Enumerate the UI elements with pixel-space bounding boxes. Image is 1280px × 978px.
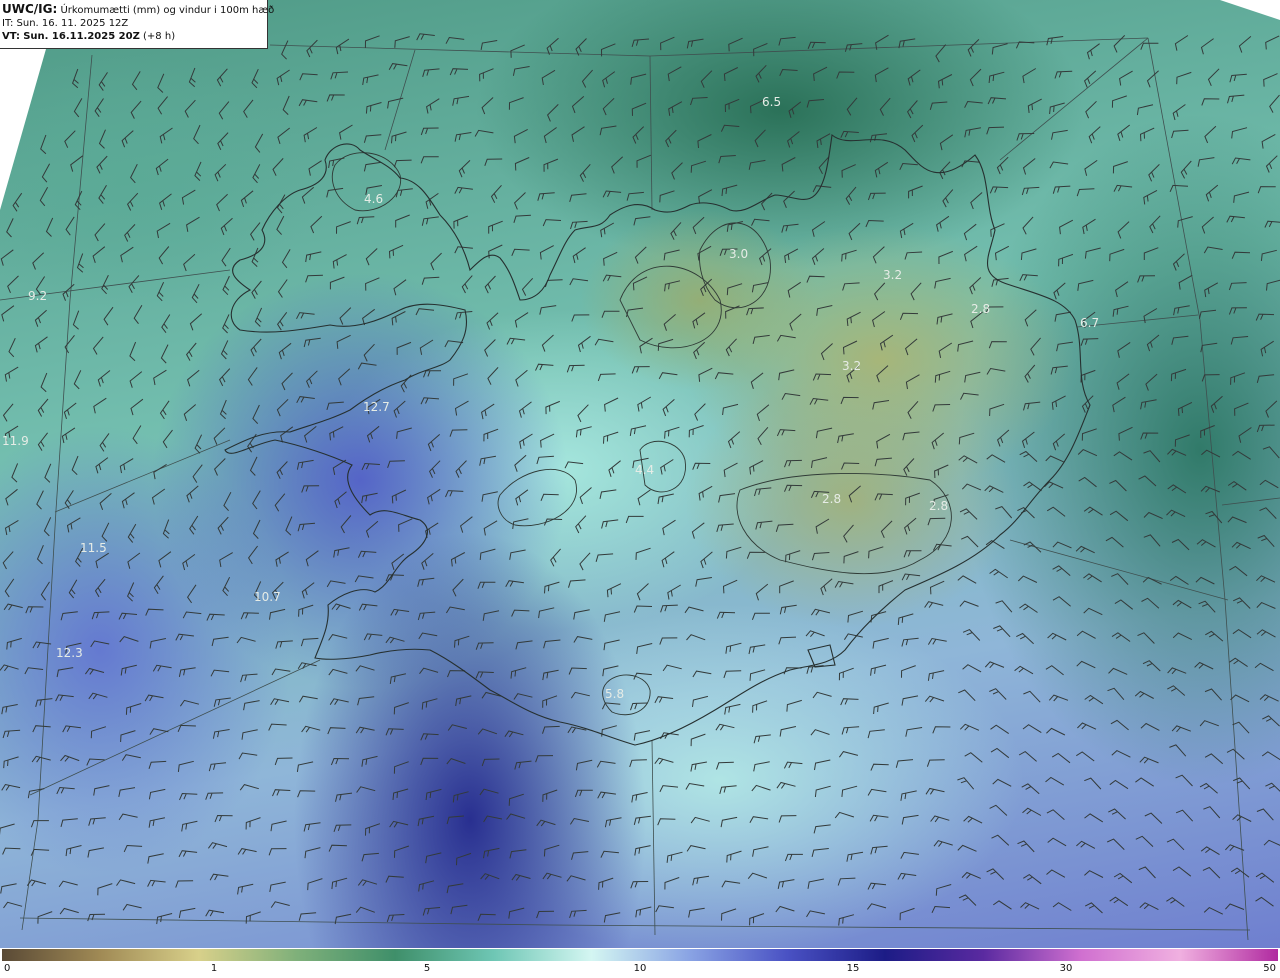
value-label: 12.7 xyxy=(363,400,390,414)
weather-map: 6.5 4.6 3.0 3.2 2.8 6.7 3.2 12.7 4.4 2.8… xyxy=(0,0,1280,948)
valid-time-prefix: VT: xyxy=(2,31,21,42)
color-scale-tick: 30 xyxy=(1059,963,1073,974)
value-label: 9.2 xyxy=(28,289,47,303)
value-label: 11.5 xyxy=(80,541,107,555)
valid-time-line: VT: Sun. 16.11.2025 20Z (+8 h) xyxy=(2,30,265,43)
map-title-line: UWC/IG: Úrkomumætti (mm) og vindur i 100… xyxy=(2,2,274,17)
value-labels: 6.5 4.6 3.0 3.2 2.8 6.7 3.2 12.7 4.4 2.8… xyxy=(2,95,1099,701)
value-label: 6.7 xyxy=(1080,316,1099,330)
color-scale-tick: 15 xyxy=(846,963,860,974)
map-info-box: UWC/IG: Úrkomumætti (mm) og vindur i 100… xyxy=(0,0,274,49)
terrain-contours xyxy=(331,152,952,716)
value-label: 3.0 xyxy=(729,247,748,261)
value-label: 3.2 xyxy=(883,268,902,282)
init-time: Sun. 16. 11. 2025 12Z xyxy=(16,18,129,29)
value-label: 3.2 xyxy=(842,359,861,373)
color-scale-tick: 1 xyxy=(210,963,218,974)
coastline xyxy=(224,133,1091,746)
value-label: 12.3 xyxy=(56,646,83,660)
color-scale-tick: 0 xyxy=(4,963,11,974)
color-scale-tick: 5 xyxy=(423,963,431,974)
wind-barbs xyxy=(0,33,1280,926)
value-label: 2.8 xyxy=(971,302,990,316)
color-scale-tick: 10 xyxy=(633,963,647,974)
value-label: 2.8 xyxy=(929,499,948,513)
model-name: UWC/IG: xyxy=(2,2,58,16)
init-time-line: IT: Sun. 16. 11. 2025 12Z xyxy=(2,17,265,30)
value-label: 5.8 xyxy=(605,687,624,701)
value-label: 6.5 xyxy=(762,95,781,109)
value-label: 2.8 xyxy=(822,492,841,506)
lead-time: (+8 h) xyxy=(143,31,176,42)
color-scale-bar xyxy=(2,949,1278,961)
init-time-prefix: IT: xyxy=(2,18,14,29)
value-label: 11.9 xyxy=(2,434,29,448)
color-scale-tick: 50 xyxy=(1263,963,1276,974)
lat-lon-grid xyxy=(0,37,1280,941)
value-label: 4.6 xyxy=(364,192,383,206)
map-overlay: 6.5 4.6 3.0 3.2 2.8 6.7 3.2 12.7 4.4 2.8… xyxy=(0,33,1280,941)
value-label: 4.4 xyxy=(635,463,654,477)
map-title: Úrkomumætti (mm) og vindur i 100m hæð xyxy=(60,5,275,16)
valid-time: Sun. 16.11.2025 20Z xyxy=(23,31,140,42)
value-label: 10.7 xyxy=(254,590,281,604)
